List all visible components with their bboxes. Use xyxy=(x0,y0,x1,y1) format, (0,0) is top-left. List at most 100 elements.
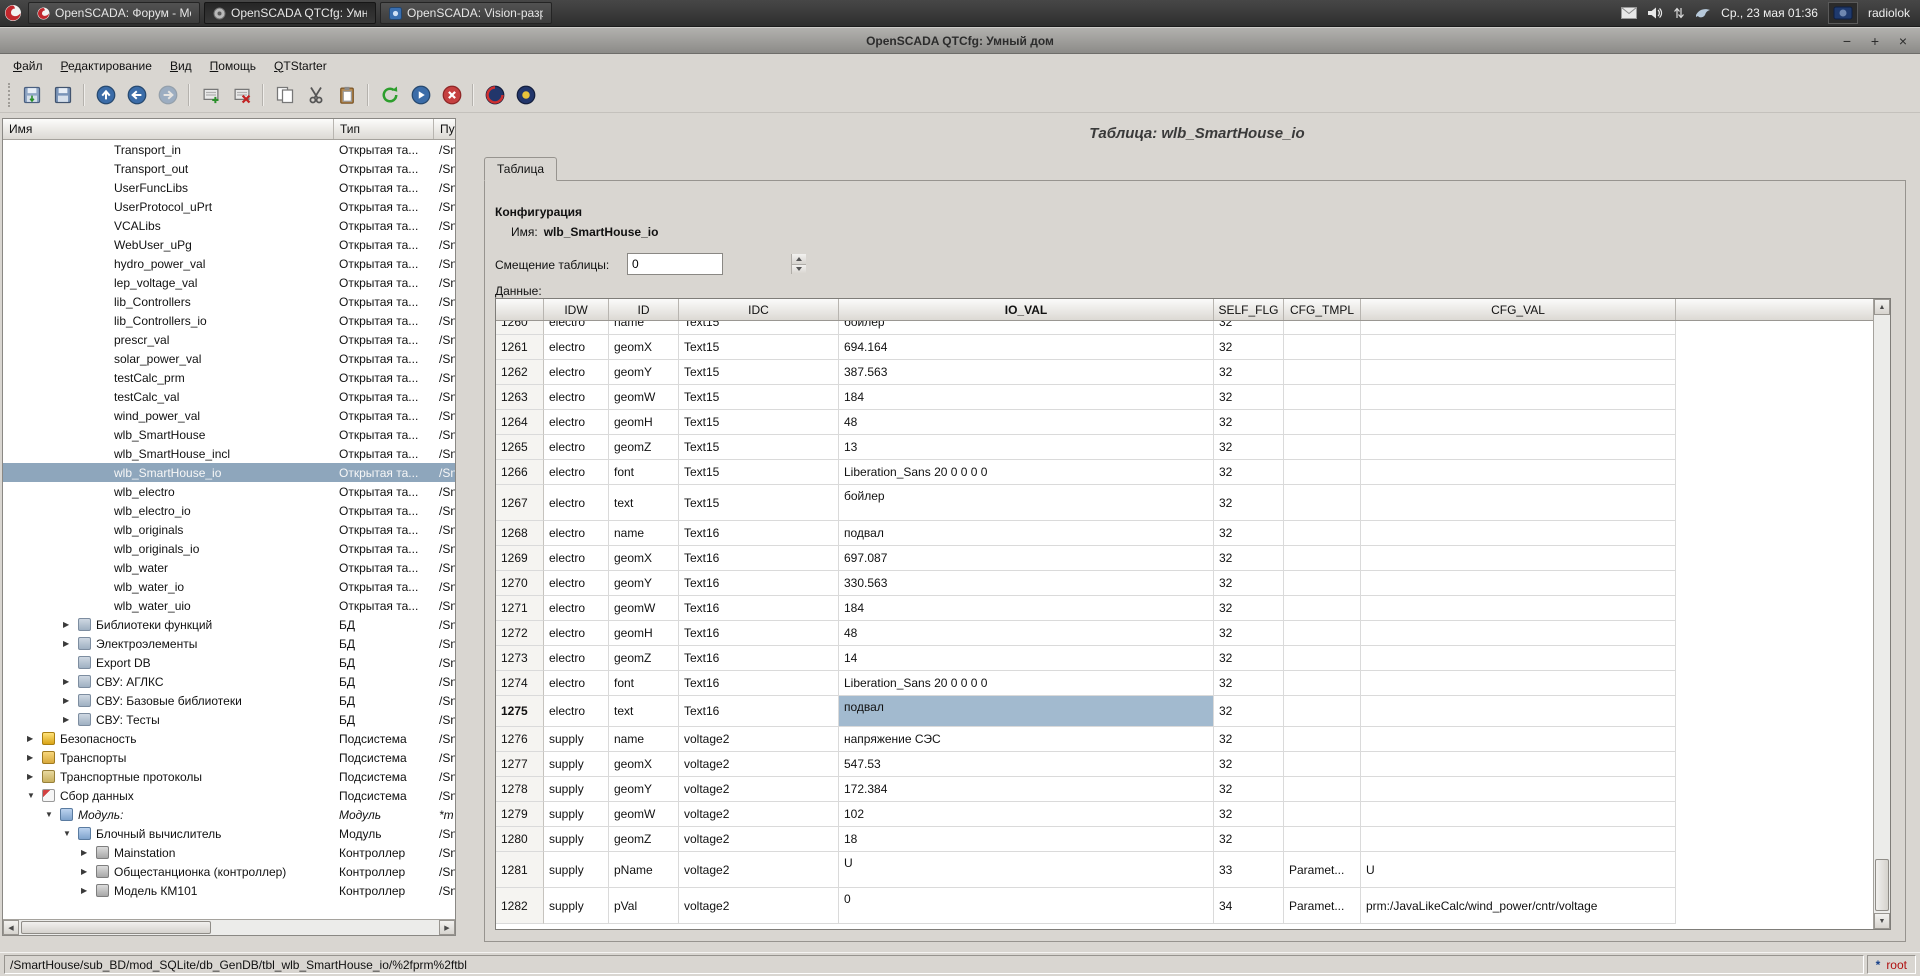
tree-item[interactable]: ▶ЭлектроэлементыБД/Sn xyxy=(3,634,455,653)
row-header[interactable]: 1273 xyxy=(496,646,544,671)
cell-self_flg[interactable]: 32 xyxy=(1214,727,1284,752)
cell-idc[interactable]: voltage2 xyxy=(679,727,839,752)
scroll-left-button[interactable]: ◀ xyxy=(3,920,19,935)
table-row[interactable]: 1280supplygeomZvoltage21832 xyxy=(496,827,1873,852)
cell-io_val[interactable]: 18 xyxy=(839,827,1214,852)
updown-arrows-icon[interactable] xyxy=(1673,6,1685,20)
cell-idw[interactable]: supply xyxy=(544,827,609,852)
expander-closed-icon[interactable]: ▶ xyxy=(27,729,42,748)
cell-idc[interactable]: Text16 xyxy=(679,546,839,571)
table-offset-input[interactable] xyxy=(628,254,791,274)
cell-io_val[interactable]: 0 xyxy=(839,888,1214,924)
cell-self_flg[interactable]: 32 xyxy=(1214,621,1284,646)
expander-closed-icon[interactable]: ▶ xyxy=(27,767,42,786)
cell-id[interactable]: geomY xyxy=(609,571,679,596)
table-row[interactable]: 1273electrogeomZText161432 xyxy=(496,646,1873,671)
cell-idc[interactable]: Text16 xyxy=(679,621,839,646)
menu-item[interactable]: Вид xyxy=(161,56,201,76)
cell-id[interactable]: geomW xyxy=(609,802,679,827)
save-button[interactable] xyxy=(49,81,76,108)
tree-item[interactable]: prescr_valОткрытая та.../Sn xyxy=(3,330,455,349)
cell-io_val[interactable]: 14 xyxy=(839,646,1214,671)
tree-item[interactable]: Export DBБД/Sn xyxy=(3,653,455,672)
tree-item[interactable]: UserFuncLibsОткрытая та.../Sn xyxy=(3,178,455,197)
cell-idc[interactable]: Text15 xyxy=(679,385,839,410)
window-titlebar[interactable]: OpenSCADA QTCfg: Умный дом xyxy=(0,27,1920,54)
cell-cfg_val[interactable]: prm:/JavaLikeCalc/wind_power/cntr/voltag… xyxy=(1361,888,1676,924)
cell-idc[interactable]: Text16 xyxy=(679,646,839,671)
cell-idc[interactable]: Text16 xyxy=(679,521,839,546)
row-header[interactable]: 1261 xyxy=(496,335,544,360)
screenshot-tool-icon[interactable] xyxy=(1828,2,1858,24)
tree-item[interactable]: ▼Сбор данныхПодсистема/Sn xyxy=(3,786,455,805)
cell-idw[interactable]: electro xyxy=(544,671,609,696)
cell-idw[interactable]: electro xyxy=(544,485,609,521)
cell-idc[interactable]: voltage2 xyxy=(679,888,839,924)
tree-item[interactable]: Transport_outОткрытая та.../Sn xyxy=(3,159,455,178)
cell-cfg_tmpl[interactable] xyxy=(1284,360,1361,385)
cell-self_flg[interactable]: 32 xyxy=(1214,671,1284,696)
cell-id[interactable]: geomW xyxy=(609,385,679,410)
tree-item[interactable]: wlb_SmartHouseОткрытая та.../Sn xyxy=(3,425,455,444)
cell-self_flg[interactable]: 32 xyxy=(1214,646,1284,671)
menu-item[interactable]: Помощь xyxy=(201,56,265,76)
cell-cfg_val[interactable] xyxy=(1361,571,1676,596)
cell-idc[interactable]: Text15 xyxy=(679,410,839,435)
cell-idc[interactable]: voltage2 xyxy=(679,802,839,827)
tree-item[interactable]: ▶Модель КМ101Контроллер/Sn xyxy=(3,881,455,900)
scroll-down-button[interactable]: ▼ xyxy=(1874,913,1890,929)
row-header[interactable]: 1268 xyxy=(496,521,544,546)
cell-cfg_tmpl[interactable] xyxy=(1284,435,1361,460)
tree-item[interactable]: UserProtocol_uPrtОткрытая та.../Sn xyxy=(3,197,455,216)
tree-item[interactable]: ▶СВУ: Базовые библиотекиБД/Sn xyxy=(3,691,455,710)
tree-hscroll-track[interactable] xyxy=(19,920,439,935)
bird-icon[interactable] xyxy=(1695,6,1711,20)
table-row[interactable]: 1271electrogeomWText1618432 xyxy=(496,596,1873,621)
table-row[interactable]: 1262electrogeomYText15387.56332 xyxy=(496,360,1873,385)
tree-item[interactable]: wlb_waterОткрытая та.../Sn xyxy=(3,558,455,577)
cell-idw[interactable]: electro xyxy=(544,335,609,360)
cell-cfg_tmpl[interactable]: Paramet... xyxy=(1284,888,1361,924)
row-header[interactable]: 1275 xyxy=(496,696,544,727)
cell-id[interactable]: pName xyxy=(609,852,679,888)
cell-cfg_val[interactable] xyxy=(1361,546,1676,571)
cell-cfg_val[interactable] xyxy=(1361,621,1676,646)
cell-cfg_tmpl[interactable] xyxy=(1284,802,1361,827)
row-header[interactable]: 1262 xyxy=(496,360,544,385)
copy-item-button[interactable] xyxy=(271,81,298,108)
cell-id[interactable]: font xyxy=(609,671,679,696)
cell-cfg_tmpl[interactable] xyxy=(1284,385,1361,410)
cell-self_flg[interactable]: 32 xyxy=(1214,696,1284,727)
tree-item[interactable]: testCalc_prmОткрытая та.../Sn xyxy=(3,368,455,387)
cell-idw[interactable]: electro xyxy=(544,360,609,385)
cell-cfg_tmpl[interactable] xyxy=(1284,727,1361,752)
cell-id[interactable]: geomZ xyxy=(609,827,679,852)
scroll-up-button[interactable]: ▲ xyxy=(1874,299,1890,315)
cell-idc[interactable]: Text15 xyxy=(679,485,839,521)
cell-cfg_val[interactable] xyxy=(1361,335,1676,360)
cell-idc[interactable]: Text15 xyxy=(679,460,839,485)
cell-cfg_tmpl[interactable] xyxy=(1284,596,1361,621)
row-header[interactable]: 1279 xyxy=(496,802,544,827)
cell-idc[interactable]: Text15 xyxy=(679,360,839,385)
cell-self_flg[interactable]: 33 xyxy=(1214,852,1284,888)
cell-io_val[interactable]: 172.384 xyxy=(839,777,1214,802)
cell-idw[interactable]: electro xyxy=(544,321,609,335)
cell-cfg_tmpl[interactable] xyxy=(1284,321,1361,335)
cell-cfg_tmpl[interactable] xyxy=(1284,621,1361,646)
cell-io_val[interactable]: 13 xyxy=(839,435,1214,460)
row-header[interactable]: 1274 xyxy=(496,671,544,696)
table-row[interactable]: 1269electrogeomXText16697.08732 xyxy=(496,546,1873,571)
tree-item[interactable]: solar_power_valОткрытая та.../Sn xyxy=(3,349,455,368)
minimize-button[interactable] xyxy=(1840,33,1854,49)
cell-id[interactable]: geomY xyxy=(609,777,679,802)
cell-id[interactable]: geomX xyxy=(609,546,679,571)
row-header[interactable]: 1280 xyxy=(496,827,544,852)
table-row[interactable]: 1275electrotextText16подвал32 xyxy=(496,696,1873,727)
cell-cfg_tmpl[interactable] xyxy=(1284,752,1361,777)
cell-self_flg[interactable]: 32 xyxy=(1214,596,1284,621)
cell-cfg_val[interactable] xyxy=(1361,485,1676,521)
cell-idc[interactable]: voltage2 xyxy=(679,777,839,802)
cell-idw[interactable]: electro xyxy=(544,571,609,596)
cell-idc[interactable]: voltage2 xyxy=(679,752,839,777)
